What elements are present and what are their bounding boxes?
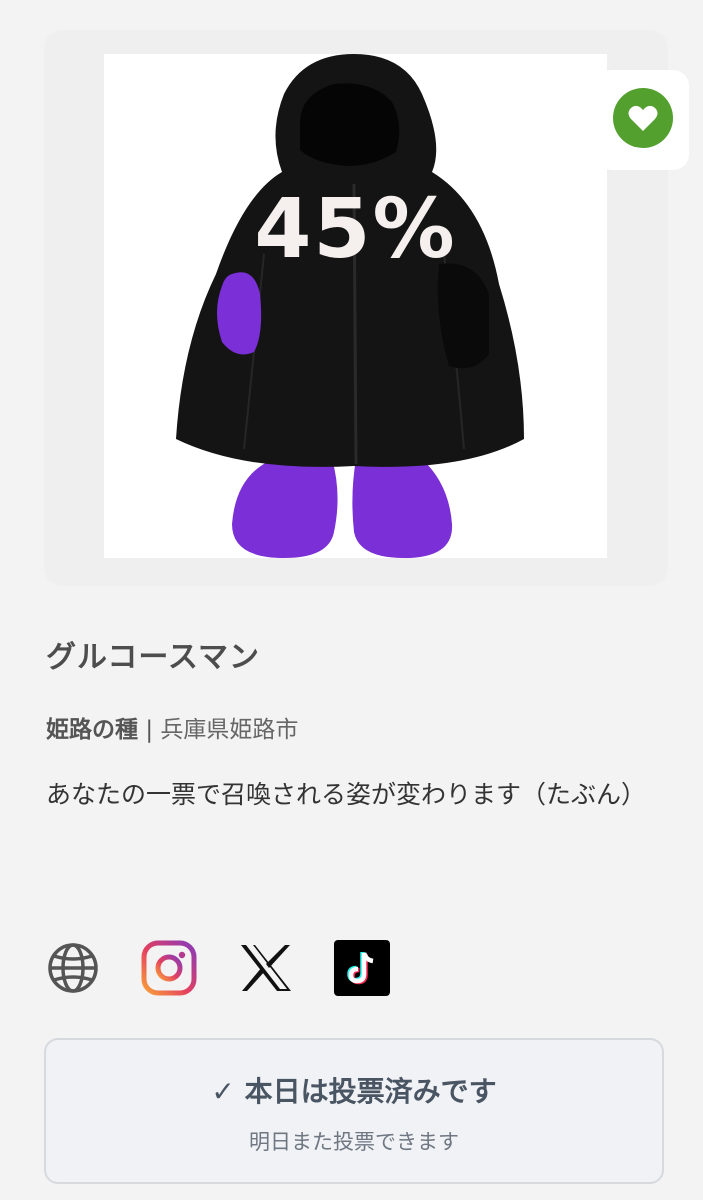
- tiktok-icon: [334, 940, 390, 996]
- mascot-meta: 姫路の種 | 兵庫県姫路市: [46, 710, 298, 744]
- mascot-description: あなたの一票で召喚される姿が変わります（たぶん）: [46, 780, 647, 809]
- website-link[interactable]: [45, 940, 101, 996]
- mascot-detail-page: 45% グルコースマン 姫路の種 | 兵庫県姫路市 あなたの一票で召喚される姿が…: [0, 0, 703, 1200]
- organization-label: 姫路の種: [46, 717, 138, 743]
- favorite-button-container: [596, 70, 689, 170]
- mascot-name: グルコースマン: [46, 640, 260, 675]
- globe-icon: [48, 943, 98, 993]
- location-label: 兵庫県姫路市: [160, 717, 299, 743]
- heart-icon: [628, 105, 658, 131]
- mascot-image: 45%: [104, 54, 607, 558]
- mascot-image-card: 45%: [44, 30, 689, 586]
- mascot-illustration: [176, 54, 524, 558]
- instagram-link[interactable]: [141, 940, 197, 996]
- tiktok-link[interactable]: [334, 940, 390, 996]
- x-icon: [241, 945, 291, 991]
- vote-percent-overlay: 45%: [254, 182, 457, 277]
- instagram-icon: [141, 940, 197, 996]
- favorite-button[interactable]: [613, 88, 673, 148]
- vote-status-title: ✓ 本日は投票済みです: [211, 1075, 497, 1108]
- vote-status-box: ✓ 本日は投票済みです 明日また投票できます: [44, 1038, 664, 1184]
- meta-separator: |: [145, 717, 154, 743]
- vote-status-subtitle: 明日また投票できます: [249, 1130, 459, 1154]
- x-link[interactable]: [238, 940, 294, 996]
